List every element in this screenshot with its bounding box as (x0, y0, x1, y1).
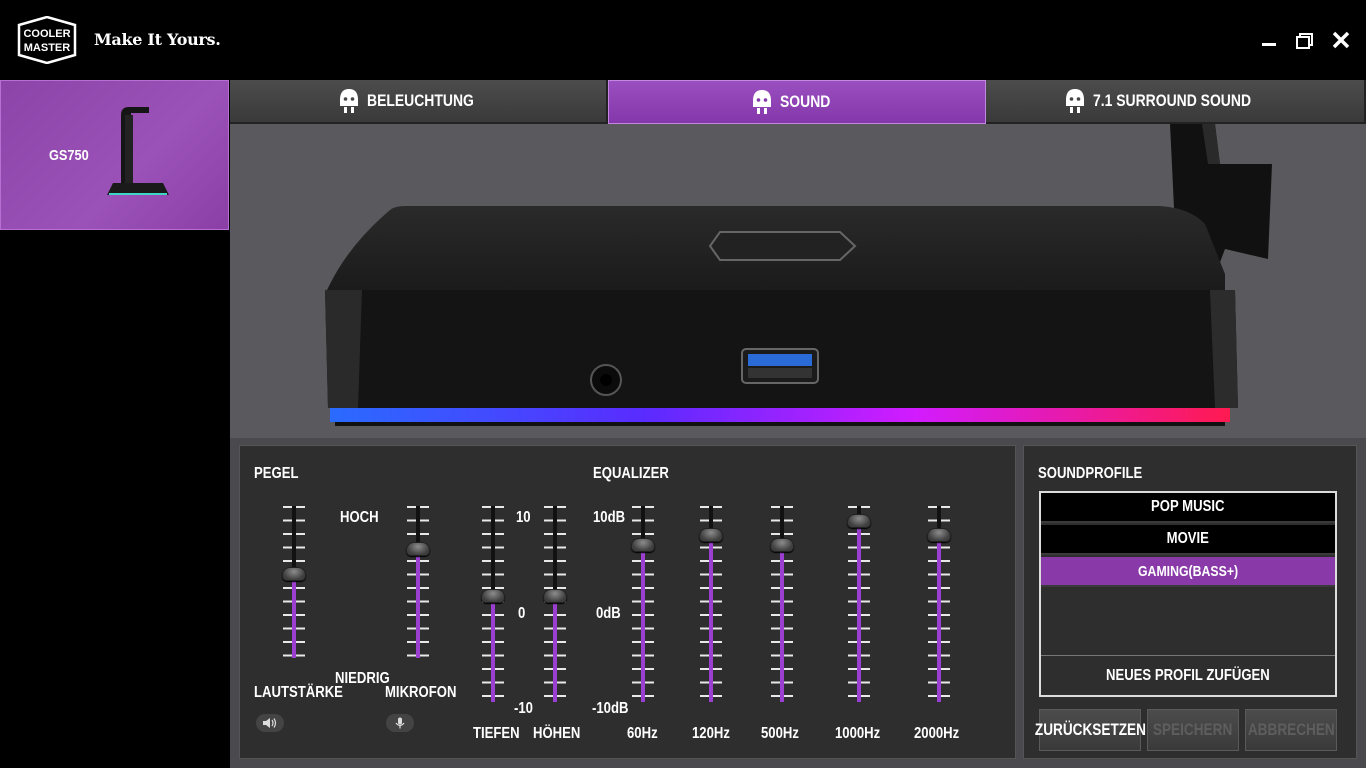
minimize-icon (1262, 43, 1276, 46)
pegel-title: PEGEL (254, 465, 299, 482)
treble-label: HÖHEN (533, 725, 581, 742)
slider-thumb[interactable] (927, 528, 951, 543)
profile-gaming-bass[interactable]: GAMING(BASS+) (1041, 557, 1335, 587)
device-preview (230, 124, 1366, 444)
tone-scale-mid: 0 (518, 605, 526, 622)
slider-thumb[interactable] (543, 589, 567, 604)
level-equalizer-panel: PEGEL EQUALIZER HOCH NIEDRIG LAUTSTÄRKE … (239, 445, 1016, 759)
minimize-button[interactable] (1256, 28, 1282, 54)
headset-stand-image (107, 107, 169, 195)
slider-thumb[interactable] (481, 589, 505, 604)
soundprofile-panel: SOUNDPROFILE POP MUSIC MOVIE GAMING(BASS… (1023, 445, 1357, 759)
profile-pop-music[interactable]: POP MUSIC (1041, 493, 1335, 523)
reset-button[interactable]: ZURÜCKSETZEN (1034, 709, 1146, 751)
slider-thumb[interactable] (406, 541, 430, 556)
eq-band-120hz-slider[interactable] (696, 506, 726, 702)
cancel-label: ABBRECHEN (1247, 720, 1335, 739)
tab-sound[interactable]: SOUND (608, 80, 986, 124)
slider-thumb[interactable] (631, 538, 655, 553)
headset-stand-icon (1065, 89, 1084, 113)
close-button[interactable] (1328, 28, 1354, 54)
tab-label: BELEUCHTUNG (366, 91, 474, 110)
soundprofile-title: SOUNDPROFILE (1038, 465, 1143, 482)
cooler-master-logo: COOLER MASTER (17, 16, 77, 64)
eq-band-60hz-slider[interactable] (628, 506, 658, 702)
eq-band-500hz-slider[interactable] (767, 506, 797, 702)
maximize-button[interactable] (1292, 28, 1318, 54)
add-profile-label: NEUES PROFIL ZUFÜGEN (1106, 666, 1270, 684)
device-sidebar: GS750 (0, 80, 230, 768)
profile-label: GAMING(BASS+) (1137, 562, 1239, 580)
device-name: GS750 (49, 147, 89, 164)
tone-scale-top: 10 (516, 509, 531, 526)
profile-label: MOVIE (1166, 530, 1210, 547)
microphone-label: MIKROFON (385, 684, 457, 701)
tab-label: 7.1 SURROUND SOUND (1092, 91, 1251, 110)
headset-stand-icon (339, 89, 358, 113)
bass-label: TIEFEN (473, 725, 520, 742)
eq-band-label: 120Hz (692, 725, 730, 742)
eq-band-1000hz-slider[interactable] (844, 506, 874, 702)
volume-mute-toggle[interactable] (256, 714, 284, 732)
logo-line-2: MASTER (24, 42, 71, 54)
speaker-icon (263, 718, 277, 728)
tagline: Make It Yours. (94, 30, 221, 49)
eq-scale-bottom: -10dB (592, 700, 629, 717)
add-profile-button[interactable]: NEUES PROFIL ZUFÜGEN (1041, 655, 1335, 695)
slider-thumb[interactable] (770, 538, 794, 553)
microphone-mute-toggle[interactable] (386, 714, 414, 732)
eq-band-label: 2000Hz (914, 725, 960, 742)
eq-band-label: 1000Hz (835, 725, 881, 742)
level-high-label: HOCH (340, 509, 379, 526)
title-bar: COOLER MASTER Make It Yours. (0, 0, 1366, 80)
sound-settings-area: PEGEL EQUALIZER HOCH NIEDRIG LAUTSTÄRKE … (230, 438, 1366, 768)
slider-thumb[interactable] (699, 528, 723, 543)
microphone-slider[interactable] (403, 506, 433, 658)
eq-scale-top: 10dB (593, 509, 626, 526)
slider-thumb[interactable] (847, 513, 871, 528)
device-card-gs750[interactable]: GS750 (0, 80, 229, 230)
profile-label: POP MUSIC (1151, 498, 1225, 515)
maximize-icon (1296, 33, 1313, 49)
treble-slider[interactable] (540, 506, 570, 702)
profile-list: POP MUSIC MOVIE GAMING(BASS+) NEUES PROF… (1039, 491, 1337, 697)
headset-stand-icon (753, 90, 772, 114)
save-label: SPEICHERN (1153, 720, 1233, 739)
tone-scale-bottom: -10 (514, 700, 533, 717)
volume-slider[interactable] (279, 506, 309, 658)
volume-label: LAUTSTÄRKE (254, 684, 343, 701)
tab-surround-sound[interactable]: 7.1 SURROUND SOUND (986, 80, 1366, 124)
reset-label: ZURÜCKSETZEN (1034, 720, 1146, 739)
equalizer-title: EQUALIZER (593, 465, 669, 482)
logo-line-1: COOLER (23, 28, 70, 40)
bass-slider[interactable] (478, 506, 508, 702)
slider-thumb[interactable] (282, 567, 306, 582)
profile-movie[interactable]: MOVIE (1041, 525, 1335, 555)
cancel-button[interactable]: ABBRECHEN (1245, 709, 1337, 751)
eq-scale-mid: 0dB (596, 605, 621, 622)
gs750-device-render (325, 124, 1272, 426)
eq-band-2000hz-slider[interactable] (924, 506, 954, 702)
tab-bar: BELEUCHTUNG SOUND 7.1 SURROUND SOUND (230, 80, 1366, 124)
microphone-icon (395, 717, 405, 729)
level-low-label: NIEDRIG (335, 670, 390, 687)
close-icon (1332, 31, 1350, 49)
eq-band-label: 60Hz (627, 725, 658, 742)
save-button[interactable]: SPEICHERN (1147, 709, 1239, 751)
eq-band-label: 500Hz (761, 725, 799, 742)
tab-beleuchtung[interactable]: BELEUCHTUNG (230, 80, 608, 124)
tab-label: SOUND (780, 92, 831, 111)
